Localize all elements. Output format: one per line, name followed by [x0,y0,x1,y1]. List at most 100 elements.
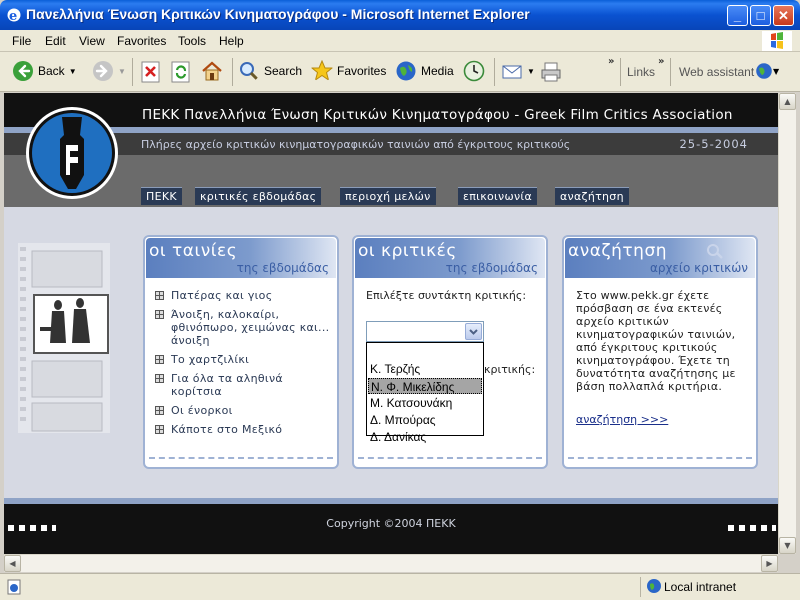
menu-file[interactable]: File [12,34,31,48]
critic-option[interactable] [368,344,482,360]
links-more-chevron-icon[interactable]: » [658,56,664,67]
critic-select-label: Επιλέξτε συντάκτη κριτικής: [366,289,527,302]
stop-icon[interactable] [140,61,162,83]
critics-panel: οι κριτικές της εβδομάδας Επιλέξτε συντά… [352,235,548,469]
favorites-star-icon [311,60,333,82]
links-label[interactable]: Links [627,65,655,79]
nav-pekk[interactable]: ΠΕΚΚ [141,187,182,205]
film-bullet-icon [155,374,164,383]
mail-envelope-icon [502,65,522,79]
scroll-down-icon[interactable]: ▼ [779,537,796,554]
menu-help[interactable]: Help [219,34,244,48]
media-globe-icon [396,61,416,81]
status-bar: Local intranet [0,573,800,600]
search-link[interactable]: αναζήτηση >>> [576,413,668,426]
minimize-button[interactable]: _ [727,5,748,26]
menu-bar: File Edit View Favorites Tools Help [0,30,800,52]
critic-option-highlighted[interactable]: Ν. Φ. Μικελίδης [368,378,482,394]
pekk-logo[interactable] [24,105,120,201]
search-panel-title: αναζήτηση [568,241,667,261]
nav-contact[interactable]: επικοινωνία [458,187,537,205]
movies-panel: οι ταινίες της εβδομάδας Πατέρας και γιο… [143,235,339,469]
back-arrow-icon [13,61,33,81]
movies-list: Πατέρας και γιος Άνοιξη, καλοκαίρι, φθιν… [155,289,333,442]
copyright-text: Copyright ©2004 ΠΕΚΚ [326,517,456,530]
scroll-right-icon[interactable]: ▶ [761,555,778,572]
forward-arrow-icon [93,61,113,81]
film-bullet-icon [155,406,164,415]
print-icon[interactable] [540,61,562,83]
forward-button[interactable]: ▼ [92,60,126,82]
film-bullet-icon [155,425,164,434]
movie-item[interactable]: Για όλα τα αληθινά κορίτσια [155,372,333,398]
close-button[interactable]: ✕ [773,5,794,26]
search-panel-subtitle: αρχείο κριτικών [649,261,748,275]
toolbar-more-chevron-icon[interactable]: » [608,56,614,67]
film-perforations-right [728,525,776,531]
menu-view[interactable]: View [79,34,105,48]
site-tagline: Πλήρες αρχείο κριτικών κινηματογραφικών … [141,138,571,151]
movie-item[interactable]: Πατέρας και γιος [155,289,333,302]
search-panel: αναζήτηση αρχείο κριτικών Στο www.pekk.g… [562,235,758,469]
security-zone-label: Local intranet [664,580,737,594]
window-title: Πανελλήνια Ένωση Κριτικών Κινηματογράφου… [26,6,530,22]
web-assistant-globe-icon[interactable] [755,62,773,80]
movie-item[interactable]: Το χαρτζιλίκι [155,353,333,366]
critic-option[interactable]: Δ. Δανίκας [368,429,482,444]
search-button[interactable]: Search [238,60,302,82]
panel-footer-divider [149,457,333,459]
movie-item[interactable]: Άνοιξη, καλοκαίρι, φθινόπωρο, χειμώνας κ… [155,308,333,347]
dropdown-arrow-icon[interactable] [465,323,482,340]
back-button[interactable]: Back ▼ [12,60,77,82]
movie-item[interactable]: Οι ένορκοι [155,404,333,417]
web-assistant-dropdown-icon[interactable]: ▼ [773,67,779,76]
critics-panel-subtitle: της εβδομάδας [445,261,538,275]
horizontal-scrollbar[interactable]: ◀ ▶ [4,554,778,572]
film-perforations-left [8,525,56,531]
svg-text:e: e [9,9,17,23]
back-dropdown-icon[interactable]: ▼ [69,67,77,76]
menu-edit[interactable]: Edit [45,34,66,48]
web-page: ΠΕΚΚ Πανελλήνια Ένωση Κριτικών Κινηματογ… [4,93,778,554]
mail-dropdown-icon[interactable]: ▼ [527,67,535,76]
panel-footer-divider [568,457,752,459]
scroll-left-icon[interactable]: ◀ [4,555,21,572]
maximize-button[interactable]: □ [750,5,771,26]
movies-panel-subtitle: της εβδομάδας [236,261,329,275]
window-title-bar[interactable]: e Πανελλήνια Ένωση Κριτικών Κινηματογράφ… [0,0,800,30]
nav-members-area[interactable]: περιοχή μελών [340,187,436,205]
home-icon[interactable] [201,60,223,82]
critic-option[interactable]: Δ. Μπούρας [368,412,482,428]
critics-panel-title: οι κριτικές [358,241,457,261]
critic-option[interactable]: Μ. Κατσουνάκη [368,395,482,411]
scroll-up-icon[interactable]: ▲ [779,93,796,110]
windows-logo-icon [762,31,792,51]
nav-search[interactable]: αναζήτηση [555,187,629,205]
history-icon[interactable] [463,60,485,82]
panel-footer-divider [358,457,542,459]
favorites-button[interactable]: Favorites [311,60,386,82]
film-bullet-icon [155,355,164,364]
site-date: 25-5-2004 [679,137,748,151]
nav-weekly-reviews[interactable]: κριτικές εβδομάδας [195,187,322,205]
vertical-scrollbar[interactable]: ▲ ▼ [778,93,796,554]
film-bullet-icon [155,310,164,319]
internet-explorer-icon: e [7,8,21,23]
refresh-icon[interactable] [170,61,192,83]
forward-dropdown-icon[interactable]: ▼ [118,67,126,76]
web-assistant-label[interactable]: Web assistant [679,65,754,79]
site-title: ΠΕΚΚ Πανελλήνια Ένωση Κριτικών Κινηματογ… [142,107,733,123]
movies-panel-title: οι ταινίες [149,241,238,261]
critic-select[interactable] [366,321,484,342]
film-strip-top [4,93,778,105]
media-button[interactable]: Media [395,60,454,82]
film-bullet-icon [155,291,164,300]
menu-tools[interactable]: Tools [178,34,206,48]
menu-favorites[interactable]: Favorites [117,34,166,48]
critic-option[interactable]: Κ. Τερζής [368,361,482,377]
search-description: Στο www.pekk.gr έχετε πρόσβαση σε ένα εκ… [576,289,736,393]
mail-button[interactable]: ▼ [501,60,535,82]
movie-item[interactable]: Κάποτε στο Μεξικό [155,423,333,436]
magnifier-icon [707,244,723,259]
search-magnifier-icon [240,62,260,82]
